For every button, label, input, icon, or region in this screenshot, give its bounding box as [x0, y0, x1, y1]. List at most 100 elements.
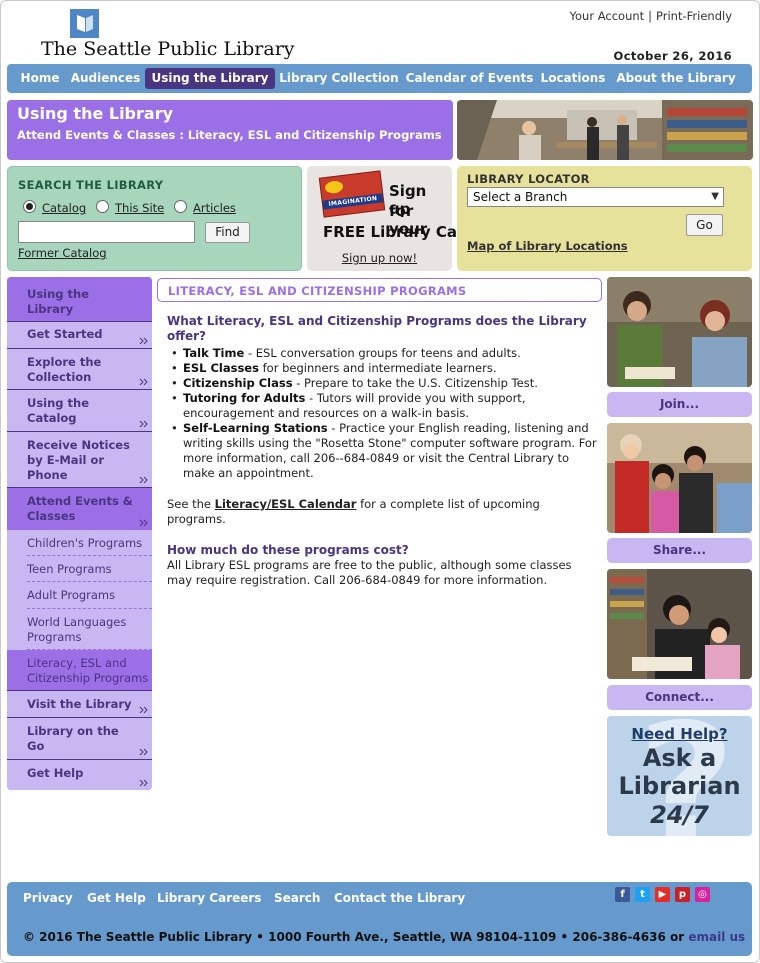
expand-arrow-icon: [139, 476, 148, 484]
connect-button[interactable]: Connect...: [607, 685, 752, 710]
sidebar-subitem-teen-programs[interactable]: Teen Programs: [7, 556, 152, 582]
question-programs-offered: What Literacy, ESL and Citizenship Progr…: [167, 314, 587, 343]
sidebar-item-label: Explore the Collection: [27, 355, 102, 384]
nav-about-the-library[interactable]: About the Library: [613, 68, 739, 89]
current-date: October 26, 2016: [613, 49, 732, 63]
library-logo-icon[interactable]: [70, 9, 99, 38]
content-heading: LITERACY, ESL AND CITIZENSHIP PROGRAMS: [168, 284, 467, 298]
cost-answer: All Library ESL programs are free to the…: [167, 558, 572, 587]
nav-calendar-of-events[interactable]: Calendar of Events: [405, 68, 534, 89]
sidebar-item-explore-the-collection[interactable]: Explore the Collection: [7, 349, 152, 390]
expand-arrow-icon: [139, 378, 148, 386]
expand-arrow-icon: [139, 519, 148, 527]
sidebar-subitem-label: Teen Programs: [27, 562, 112, 576]
sidebar-item-attend-events-classes[interactable]: Attend Events & Classes: [7, 488, 152, 530]
programs-list: Talk Time - ESL conversation groups for …: [167, 346, 597, 481]
sidebar-item-get-started[interactable]: Get Started: [7, 322, 152, 349]
go-button[interactable]: Go: [686, 214, 723, 236]
branch-select[interactable]: Select a Branch ▼: [467, 187, 724, 207]
expand-arrow-icon: [139, 337, 148, 345]
signup-now-link[interactable]: Sign up now!: [307, 251, 452, 265]
radio-catalog-label[interactable]: Catalog: [42, 201, 86, 215]
family-smiling-photo[interactable]: [607, 423, 752, 533]
footer-link-search[interactable]: Search: [274, 891, 320, 905]
footer-link-privacy[interactable]: Privacy: [23, 891, 73, 905]
sidebar-item-receive-notices[interactable]: Receive Notices by E-Mail or Phone: [7, 432, 152, 488]
radio-this-site[interactable]: [96, 200, 109, 213]
banner-title: Using the Library: [17, 104, 174, 123]
sidebar-item-using-the-library[interactable]: Using the Library: [7, 277, 152, 322]
sidebar-nav: Using the Library Get Started Explore th…: [7, 277, 152, 790]
nav-locations[interactable]: Locations: [540, 68, 606, 89]
sidebar-item-visit-the-library[interactable]: Visit the Library: [7, 690, 152, 718]
footer: Privacy Get Help Library Careers Search …: [7, 882, 752, 956]
program-term: ESL Classes: [183, 361, 259, 375]
utility-links: Your Account | Print-Friendly: [570, 9, 732, 23]
copyright-line: © 2016 The Seattle Public Library • 1000…: [23, 930, 745, 944]
program-term: Citizenship Class: [183, 376, 293, 390]
ask-a-librarian-banner[interactable]: ? Need Help? Ask a Librarian 24/7: [607, 716, 752, 836]
footer-link-library-careers[interactable]: Library Careers: [157, 891, 261, 905]
your-account-link[interactable]: Your Account: [570, 9, 645, 23]
library-card-signup[interactable]: IMAGINATION Sign up for your FREE Librar…: [307, 166, 482, 271]
list-item: Talk Time - ESL conversation groups for …: [167, 346, 597, 361]
need-help-text: Need Help?: [631, 725, 728, 743]
reading-women-photo[interactable]: [607, 277, 752, 387]
nav-using-the-library[interactable]: Using the Library: [145, 68, 275, 89]
join-button[interactable]: Join...: [607, 392, 752, 417]
father-daughter-reading-photo[interactable]: [607, 569, 752, 679]
map-of-locations-link[interactable]: Map of Library Locations: [467, 239, 628, 253]
content-heading-box: LITERACY, ESL AND CITIZENSHIP PROGRAMS: [157, 278, 602, 302]
radio-articles[interactable]: [174, 200, 187, 213]
radio-this-site-label[interactable]: This Site: [115, 201, 164, 215]
sidebar-subitem-world-languages-programs[interactable]: World Languages Programs: [7, 609, 152, 650]
sidebar-item-label: Attend Events & Classes: [27, 494, 133, 523]
sidebar-subitem-literacy-esl-citizenship[interactable]: Literacy, ESL and Citizenship Programs: [7, 650, 152, 690]
instagram-icon[interactable]: ◎: [695, 887, 710, 902]
twitter-icon[interactable]: t: [635, 887, 650, 902]
footer-link-get-help[interactable]: Get Help: [87, 891, 146, 905]
former-catalog-link[interactable]: Former Catalog: [18, 246, 107, 260]
library-interior-photo: [457, 100, 753, 160]
sidebar-item-library-on-the-go[interactable]: Library on the Go: [7, 718, 152, 760]
facebook-icon[interactable]: f: [615, 887, 630, 902]
list-item: ESL Classes for beginners and intermedia…: [167, 361, 597, 376]
search-panel: SEARCH THE LIBRARY Catalog This Site Art…: [7, 166, 302, 271]
expand-arrow-icon: [139, 420, 148, 428]
ask-a-text: Ask a: [642, 744, 717, 772]
nav-library-collection[interactable]: Library Collection: [279, 68, 399, 89]
section-banner: Using the Library Attend Events & Classe…: [7, 100, 453, 160]
library-locator: LIBRARY LOCATOR Select a Branch ▼ Go Map…: [457, 166, 752, 271]
sidebar-subitem-childrens-programs[interactable]: Children's Programs: [7, 530, 152, 556]
library-card-text: IMAGINATION: [328, 194, 378, 208]
radio-articles-label[interactable]: Articles: [193, 201, 236, 215]
youtube-icon[interactable]: ▶: [655, 887, 670, 902]
nav-audiences[interactable]: Audiences: [69, 68, 142, 89]
sidebar-item-label: Visit the Library: [27, 697, 132, 711]
list-item: Self-Learning Stations - Practice your E…: [167, 421, 597, 481]
sidebar-subitem-label: Children's Programs: [27, 536, 143, 550]
email-us-link[interactable]: email us: [688, 930, 745, 944]
nav-home[interactable]: Home: [16, 68, 64, 89]
sidebar-item-using-the-catalog[interactable]: Using the Catalog: [7, 390, 152, 432]
share-button[interactable]: Share...: [607, 538, 752, 563]
search-heading: SEARCH THE LIBRARY: [18, 178, 164, 192]
program-description: for beginners and intermediate learners.: [258, 361, 497, 375]
search-input[interactable]: [18, 221, 195, 243]
sidebar-item-get-help[interactable]: Get Help: [7, 760, 152, 790]
banner-subtitle: Attend Events & Classes : Literacy, ESL …: [17, 128, 442, 142]
radio-catalog[interactable]: [23, 200, 36, 213]
sidebar-subitem-adult-programs[interactable]: Adult Programs: [7, 582, 152, 609]
library-logo-text[interactable]: The Seattle Public Library: [41, 38, 295, 60]
find-button[interactable]: Find: [205, 222, 250, 243]
footer-link-contact-the-library[interactable]: Contact the Library: [334, 891, 465, 905]
sidebar-item-label: Get Help: [27, 766, 84, 780]
pinterest-icon[interactable]: p: [675, 887, 690, 902]
main-content: What Literacy, ESL and Citizenship Progr…: [167, 314, 597, 588]
print-friendly-link[interactable]: Print-Friendly: [656, 9, 732, 23]
sidebar-item-label: Using the Library: [27, 287, 90, 316]
copyright-text: © 2016 The Seattle Public Library • 1000…: [23, 930, 689, 944]
library-card-image: IMAGINATION: [318, 170, 386, 218]
list-item: Tutoring for Adults - Tutors will provid…: [167, 391, 597, 421]
literacy-esl-calendar-link[interactable]: Literacy/ESL Calendar: [215, 497, 357, 511]
